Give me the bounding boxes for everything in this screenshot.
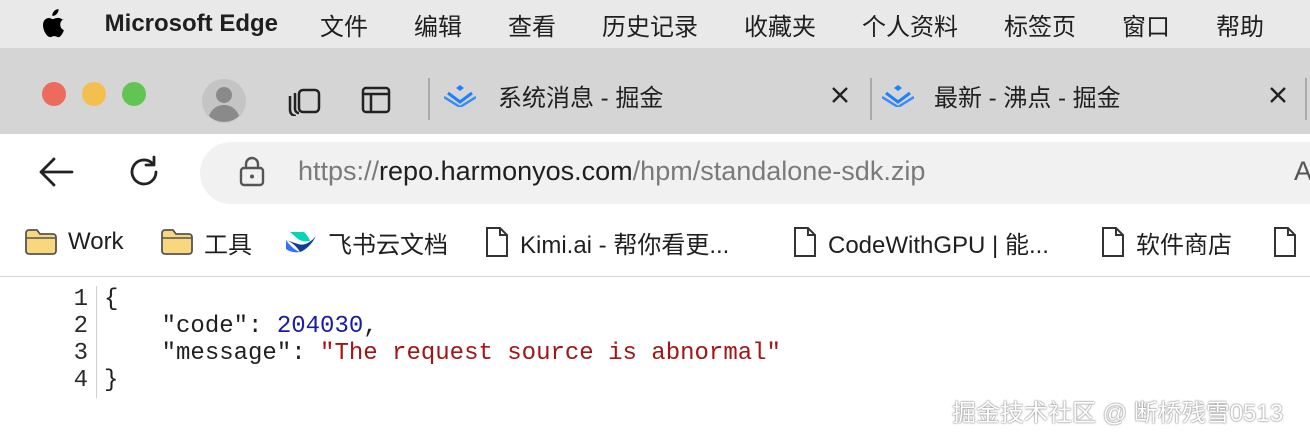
tab-separator — [428, 78, 430, 120]
json-key-message: "message" — [161, 340, 292, 367]
collections-icon[interactable] — [286, 84, 322, 116]
watermark: 掘金技术社区 @ 断桥残雪0513 — [952, 400, 1284, 427]
document-icon — [486, 227, 508, 257]
juejin-logo-icon — [444, 85, 476, 107]
open-brace: { — [104, 286, 119, 313]
bookmark-label: 飞书云文档 — [328, 231, 448, 259]
document-icon — [1102, 227, 1124, 257]
menu-help[interactable]: 帮助 — [1216, 7, 1264, 42]
tab-title: 系统消息 - 掘金 — [498, 84, 664, 112]
json-line-1: { — [104, 286, 118, 313]
json-value-code: 204030 — [276, 313, 364, 340]
read-aloud-icon[interactable]: A — [1294, 156, 1310, 187]
lock-icon[interactable] — [239, 155, 265, 187]
bookmark-label: 软件商店 — [1136, 231, 1232, 259]
feishu-logo-icon — [286, 232, 316, 253]
tab-latest-pins[interactable]: 最新 - 沸点 - 掘金 — [882, 56, 1302, 134]
bookmark-kimi[interactable]: Kimi.ai - 帮你看更... — [484, 224, 729, 260]
document-icon — [1274, 227, 1296, 257]
tab-title: 最新 - 沸点 - 掘金 — [934, 84, 1121, 112]
folder-icon — [25, 229, 57, 255]
back-arrow-icon[interactable] — [38, 156, 74, 188]
close-tab-icon[interactable] — [1269, 86, 1287, 104]
refresh-icon[interactable] — [127, 155, 161, 189]
line-number: 2 — [73, 313, 88, 340]
url-path: /hpm/standalone-sdk.zip — [632, 156, 926, 186]
close-window-button[interactable] — [42, 82, 66, 106]
json-line-3: "message": "The request source is abnorm… — [161, 340, 781, 367]
tab-system-messages[interactable]: 系统消息 - 掘金 — [444, 56, 864, 134]
minimize-window-button[interactable] — [82, 82, 106, 106]
bookmark-software-store[interactable]: 软件商店 — [1100, 224, 1232, 260]
profile-avatar-icon[interactable] — [201, 78, 247, 124]
close-tab-icon[interactable] — [831, 86, 849, 104]
juejin-logo-icon — [882, 85, 914, 107]
bookmark-label: 工具 — [204, 231, 252, 259]
document-icon — [794, 227, 816, 257]
close-brace: } — [104, 367, 119, 394]
menu-bar: Microsoft Edge 文件 编辑 查看 历史记录 收藏夹 个人资料 标签… — [0, 0, 1310, 48]
menu-favorites[interactable]: 收藏夹 — [744, 7, 816, 42]
bookmark-overflow[interactable] — [1272, 224, 1308, 260]
url-text[interactable]: https://repo.harmonyos.com/hpm/standalon… — [298, 156, 925, 187]
url-host: repo.harmonyos.com — [379, 156, 633, 186]
json-key-code: "code" — [161, 313, 249, 340]
bookmark-label: CodeWithGPU | 能... — [828, 231, 1049, 259]
bookmark-folder-tools[interactable]: 工具 — [160, 224, 252, 260]
line-number: 4 — [73, 367, 88, 394]
menu-history[interactable]: 历史记录 — [602, 7, 698, 42]
bookmark-folder-work[interactable]: Work — [24, 224, 124, 260]
gutter-divider — [96, 286, 97, 398]
bookmark-feishu-docs[interactable]: 飞书云文档 — [284, 224, 448, 260]
tab-separator — [870, 78, 872, 120]
menu-file[interactable]: 文件 — [320, 7, 368, 42]
json-value-message: "The request source is abnormal" — [320, 340, 781, 367]
menu-view[interactable]: 查看 — [508, 7, 556, 42]
menu-tabs[interactable]: 标签页 — [1004, 7, 1076, 42]
line-number: 1 — [73, 286, 88, 313]
zoom-window-button[interactable] — [122, 82, 146, 106]
bookmark-label: Kimi.ai - 帮你看更... — [520, 231, 730, 259]
url-scheme: https:// — [298, 156, 380, 186]
tab-separator — [1305, 78, 1307, 120]
menu-window[interactable]: 窗口 — [1122, 7, 1170, 42]
bookmark-label: Work — [68, 228, 124, 255]
bookmark-codewithgpu[interactable]: CodeWithGPU | 能... — [792, 224, 1049, 260]
apple-logo-icon[interactable] — [40, 9, 67, 39]
menu-edit[interactable]: 编辑 — [414, 7, 462, 42]
json-line-4: } — [104, 367, 118, 394]
menu-profile[interactable]: 个人资料 — [862, 7, 958, 42]
folder-icon — [161, 229, 193, 255]
app-name[interactable]: Microsoft Edge — [105, 10, 278, 38]
line-number: 3 — [73, 340, 88, 367]
vertical-tabs-icon[interactable] — [361, 86, 391, 114]
json-line-2: "code": 204030, — [161, 313, 378, 340]
